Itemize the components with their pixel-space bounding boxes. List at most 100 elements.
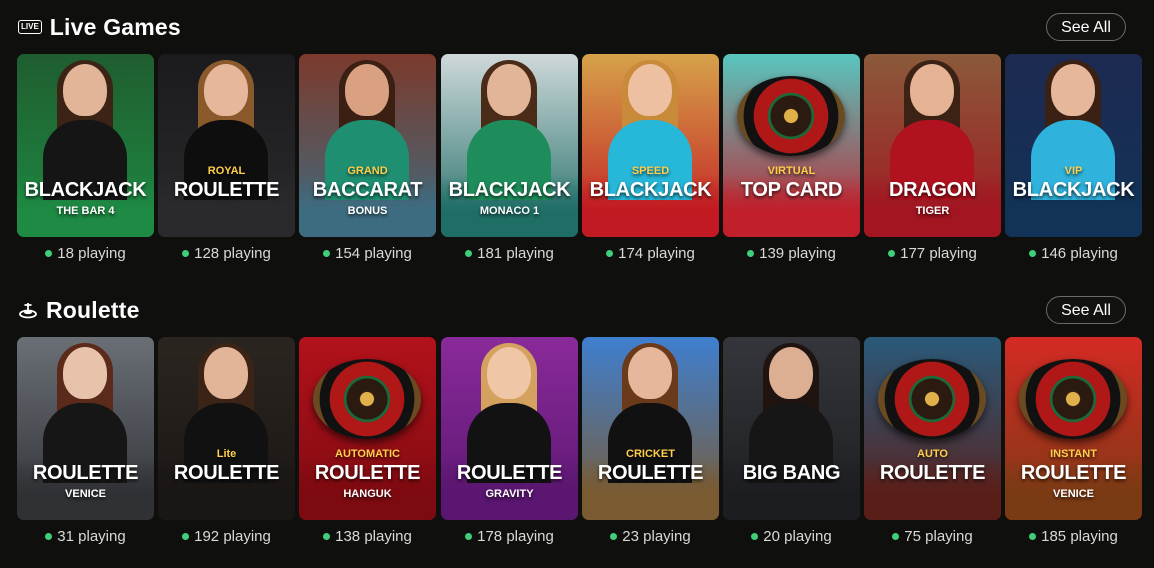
game-logo-prefix: AUTO [917,448,948,460]
player-count-label: 181 playing [477,245,554,262]
game-card[interactable]: AUTO ROULETTE [864,337,1001,520]
online-dot-icon [1029,250,1037,257]
player-count: 23 playing [582,528,719,545]
game-logo-title: BACCARAT [312,179,423,201]
game-logo-title: ROULETTE [597,462,704,484]
game-card[interactable]: ROULETTE VENICE [17,337,154,520]
game-card[interactable]: ROULETTE GRAVITY [441,337,578,520]
player-count-label: 18 playing [57,245,126,262]
game-logo-title: ROULETTE [1020,462,1127,484]
game-carousel[interactable]: BLACKJACK THE BAR 4 ROYAL ROULETTE GRAND BACC… [17,54,1154,238]
dealer-face [910,64,954,116]
game-logo-title: BLACKJACK [24,179,147,201]
online-dot-icon [465,250,473,257]
game-logo-prefix: SPEED [631,165,670,177]
game-logo-title: DRAGON [888,179,977,201]
game-card[interactable]: BLACKJACK MONACO 1 [441,54,578,237]
game-card[interactable]: GRAND BACCARAT BONUS [299,54,436,237]
game-logo-title: BLACKJACK [1012,179,1135,201]
player-count: 174 playing [582,245,719,262]
game-card[interactable]: BLACKJACK THE BAR 4 [17,54,154,237]
game-logo-title: TOP CARD [740,179,843,201]
player-count: 18 playing [17,245,154,262]
player-count-label: 146 playing [1041,245,1118,262]
player-count: 31 playing [17,528,154,545]
dealer-face [769,347,813,399]
game-logo-title: ROULETTE [173,462,280,484]
game-card[interactable]: SPEED BLACKJACK [582,54,719,237]
roulette-wheel-graphic [737,76,845,156]
section-header: LIVE Live Games [18,12,181,42]
player-count: 139 playing [723,245,860,262]
game-logo-subtitle: BONUS [347,205,388,217]
game-logo-prefix: CRICKET [626,448,675,460]
dealer-face [345,64,389,116]
game-logo-subtitle: HANGUK [343,488,392,500]
game-logo-subtitle: MONACO 1 [479,205,540,217]
roulette-wheel-graphic [1019,359,1127,439]
game-logo-subtitle: GRAVITY [485,488,534,500]
player-count-label: 31 playing [57,528,126,545]
player-count: 192 playing [158,528,295,545]
game-logo-title: ROULETTE [314,462,421,484]
game-card[interactable]: VIP BLACKJACK [1005,54,1142,237]
game-logo-subtitle: TIGER [915,205,950,217]
player-count-label: 75 playing [904,528,973,545]
player-count: 177 playing [864,245,1001,262]
online-dot-icon [323,533,331,540]
game-card[interactable]: BIG BANG [723,337,860,520]
dealer-face [487,347,531,399]
game-logo-prefix: INSTANT [1050,448,1097,460]
player-count: 146 playing [1005,245,1142,262]
dealer-face [487,64,531,116]
game-logo-title: ROULETTE [32,462,139,484]
dealer-face [63,347,107,399]
game-card[interactable]: CRICKET ROULETTE [582,337,719,520]
game-logo-prefix: AUTOMATIC [335,448,400,460]
roulette-wheel-graphic [313,359,421,439]
online-dot-icon [323,250,331,257]
online-dot-icon [747,250,755,257]
game-logo-subtitle: VENICE [65,488,106,500]
dealer-face [63,64,107,116]
online-dot-icon [45,250,53,257]
player-count-label: 192 playing [194,528,271,545]
game-carousel[interactable]: ROULETTE VENICE Lite ROULETTE AUTOMATIC ROULE… [17,337,1154,521]
game-logo-prefix: ROYAL [207,165,246,177]
game-card[interactable]: AUTOMATIC ROULETTE HANGUK [299,337,436,520]
roulette-wheel-graphic [878,359,986,439]
game-logo-prefix: Lite [216,448,237,460]
player-count: 178 playing [441,528,578,545]
online-dot-icon [892,533,900,540]
game-logo-title: BIG BANG [742,462,841,484]
player-count-label: 138 playing [335,528,412,545]
game-logo-title: ROULETTE [173,179,280,201]
game-card[interactable]: DRAGON TIGER [864,54,1001,237]
section-title: Roulette [46,296,140,323]
player-count-label: 174 playing [618,245,695,262]
game-card[interactable]: ROYAL ROULETTE [158,54,295,237]
see-all-button[interactable]: See All [1046,13,1126,41]
player-count: 154 playing [299,245,436,262]
player-count-label: 139 playing [759,245,836,262]
game-card[interactable]: Lite ROULETTE [158,337,295,520]
game-card[interactable]: INSTANT ROULETTE VENICE [1005,337,1142,520]
dealer-face [628,64,672,116]
game-logo-title: BLACKJACK [448,179,571,201]
dealer-face [1051,64,1095,116]
game-logo-title: ROULETTE [879,462,986,484]
section-header: Roulette [18,295,140,325]
player-count: 128 playing [158,245,295,262]
game-logo-subtitle: THE BAR 4 [56,205,115,217]
game-logo-title: BLACKJACK [589,179,712,201]
game-logo-prefix: GRAND [347,165,388,177]
online-dot-icon [751,533,759,540]
player-count: 20 playing [723,528,860,545]
online-dot-icon [182,250,190,257]
live-badge-icon: LIVE [18,20,42,34]
see-all-button[interactable]: See All [1046,296,1126,324]
game-card[interactable]: VIRTUAL TOP CARD [723,54,860,237]
player-count-label: 154 playing [335,245,412,262]
roulette-wheel-icon [19,303,37,319]
player-count-label: 128 playing [194,245,271,262]
